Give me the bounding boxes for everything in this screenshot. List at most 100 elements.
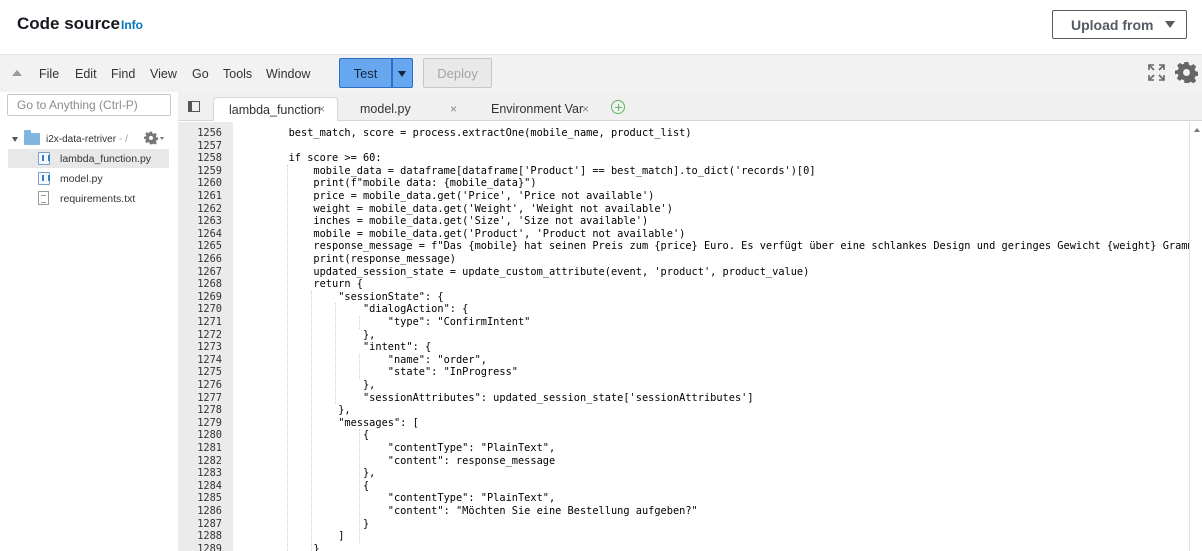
menu-view[interactable]: View — [150, 67, 177, 81]
indent-guide — [335, 303, 336, 405]
code-line[interactable]: "state": "InProgress" — [239, 366, 518, 379]
scroll-up-icon[interactable] — [1194, 128, 1200, 132]
code-line[interactable]: { — [239, 429, 369, 442]
line-number: 1282 — [197, 454, 222, 467]
indent-guide — [287, 164, 288, 551]
code-line[interactable]: response_message = f"Das {mobile} hat se… — [239, 240, 1189, 253]
line-number: 1285 — [197, 492, 222, 505]
code-line[interactable]: }, — [239, 467, 375, 480]
line-number: 1287 — [197, 517, 222, 530]
code-line[interactable]: "sessionState": { — [239, 291, 443, 304]
line-number: 1269 — [197, 290, 222, 303]
close-tab-icon[interactable]: × — [450, 102, 457, 116]
line-number: 1289 — [197, 542, 222, 551]
file-label: lambda_function.py — [60, 152, 152, 165]
tab-label: lambda_function — [229, 102, 321, 117]
settings-gear-icon[interactable] — [1175, 61, 1198, 84]
code-line[interactable]: }, — [239, 404, 350, 417]
text-file-icon — [38, 191, 49, 205]
code-line[interactable]: } — [239, 518, 369, 531]
code-line[interactable]: { — [239, 480, 369, 493]
folder-path-suffix: - / — [119, 133, 128, 145]
folder-label: i2x-data-retriver — [46, 133, 117, 145]
code-line[interactable]: }, — [239, 329, 375, 342]
code-line[interactable]: "messages": [ — [239, 417, 419, 430]
code-line[interactable]: weight = mobile_data.get('Weight', 'Weig… — [239, 203, 673, 216]
upload-from-button[interactable]: Upload from — [1052, 10, 1187, 39]
file-model-py[interactable]: model.py — [8, 169, 169, 188]
code-line[interactable]: updated_session_state = update_custom_at… — [239, 266, 809, 279]
code-line[interactable]: "sessionAttributes": updated_session_sta… — [239, 392, 754, 405]
info-link[interactable]: Info — [121, 18, 143, 32]
test-dropdown-button[interactable] — [392, 58, 413, 88]
tab-label: model.py — [360, 102, 411, 116]
line-number: 1264 — [197, 227, 222, 240]
caret-down-icon — [1165, 21, 1176, 28]
menu-file[interactable]: File — [39, 67, 59, 81]
fullscreen-icon[interactable] — [1148, 64, 1165, 81]
line-number-gutter: 1256 1257 1258 1259 1260 1261 1262 1263 1264 1265… — [178, 122, 233, 551]
python-file-icon — [38, 172, 50, 185]
line-number: 1274 — [197, 353, 222, 366]
deploy-button[interactable]: Deploy — [423, 58, 492, 88]
line-number: 1268 — [197, 278, 222, 291]
page-title: Code source — [17, 14, 120, 33]
folder-row[interactable]: i2x-data-retriver - / — [12, 130, 128, 147]
editor-scrollbar[interactable] — [1189, 122, 1202, 551]
menu-window[interactable]: Window — [266, 67, 310, 81]
line-number: 1278 — [197, 404, 222, 417]
line-number: 1279 — [197, 416, 222, 429]
code-line[interactable]: "name": "order", — [239, 354, 487, 367]
code-line[interactable]: "content": "Möchten Sie eine Bestellung … — [239, 505, 698, 518]
tab-label: Environment Var — [491, 102, 584, 116]
code-line[interactable]: price = mobile_data.get('Price', 'Price … — [239, 190, 654, 203]
indent-guide — [359, 353, 360, 379]
code-line[interactable]: print(f"mobile data: {mobile_data}") — [239, 177, 536, 190]
code-line[interactable]: "type": "ConfirmIntent" — [239, 316, 531, 329]
code-line[interactable]: best_match, score = process.extractOne(m… — [239, 127, 692, 140]
code-line[interactable]: ] — [239, 530, 344, 543]
code-editor[interactable]: best_match, score = process.extractOne(m… — [233, 122, 1189, 551]
line-number: 1259 — [197, 164, 222, 177]
code-line[interactable]: }, — [239, 379, 375, 392]
code-line[interactable]: print(response_message) — [239, 253, 456, 266]
close-tab-icon[interactable]: × — [582, 102, 589, 116]
folder-settings-gear-icon[interactable] — [143, 130, 165, 146]
indent-guide — [359, 429, 360, 543]
python-file-icon — [38, 152, 50, 165]
code-line[interactable]: return { — [239, 278, 363, 291]
code-line[interactable]: } — [239, 543, 319, 551]
collapse-menu-icon[interactable] — [12, 70, 22, 76]
line-number: 1267 — [197, 265, 222, 278]
expand-triangle-icon[interactable] — [12, 136, 18, 142]
menu-tools[interactable]: Tools — [223, 67, 252, 81]
file-lambda-function[interactable]: lambda_function.py — [8, 149, 169, 168]
indent-guide — [311, 290, 312, 551]
close-tab-icon[interactable]: × — [318, 102, 325, 116]
file-label: model.py — [60, 172, 103, 185]
menu-find[interactable]: Find — [111, 67, 135, 81]
file-requirements-txt[interactable]: requirements.txt — [8, 189, 169, 208]
line-number: 1283 — [197, 467, 222, 480]
line-number: 1262 — [197, 202, 222, 215]
line-number: 1275 — [197, 366, 222, 379]
line-number: 1276 — [197, 379, 222, 391]
tab-model-py[interactable]: model.py — [345, 97, 465, 121]
line-number: 1261 — [197, 190, 222, 202]
code-line[interactable]: "dialogAction": { — [239, 303, 468, 316]
add-tab-icon[interactable] — [611, 100, 625, 114]
line-number: 1256 — [197, 127, 222, 139]
code-line[interactable]: inches = mobile_data.get('Size', 'Size n… — [239, 215, 648, 228]
code-line[interactable]: mobile_data = dataframe[dataframe['Produ… — [239, 165, 815, 178]
line-number: 1263 — [197, 215, 222, 228]
line-number: 1281 — [197, 442, 222, 454]
menu-edit[interactable]: Edit — [75, 67, 97, 81]
code-line[interactable]: if score >= 60: — [239, 152, 382, 165]
go-to-anything-input[interactable]: Go to Anything (Ctrl-P) — [7, 94, 171, 116]
caret-down-icon — [398, 71, 406, 77]
upload-from-label: Upload from — [1071, 16, 1154, 33]
tab-menu-icon[interactable] — [188, 101, 200, 112]
code-line[interactable]: mobile = mobile_data.get('Product', 'Pro… — [239, 228, 685, 241]
menu-go[interactable]: Go — [192, 67, 209, 81]
test-button[interactable]: Test — [339, 58, 392, 88]
